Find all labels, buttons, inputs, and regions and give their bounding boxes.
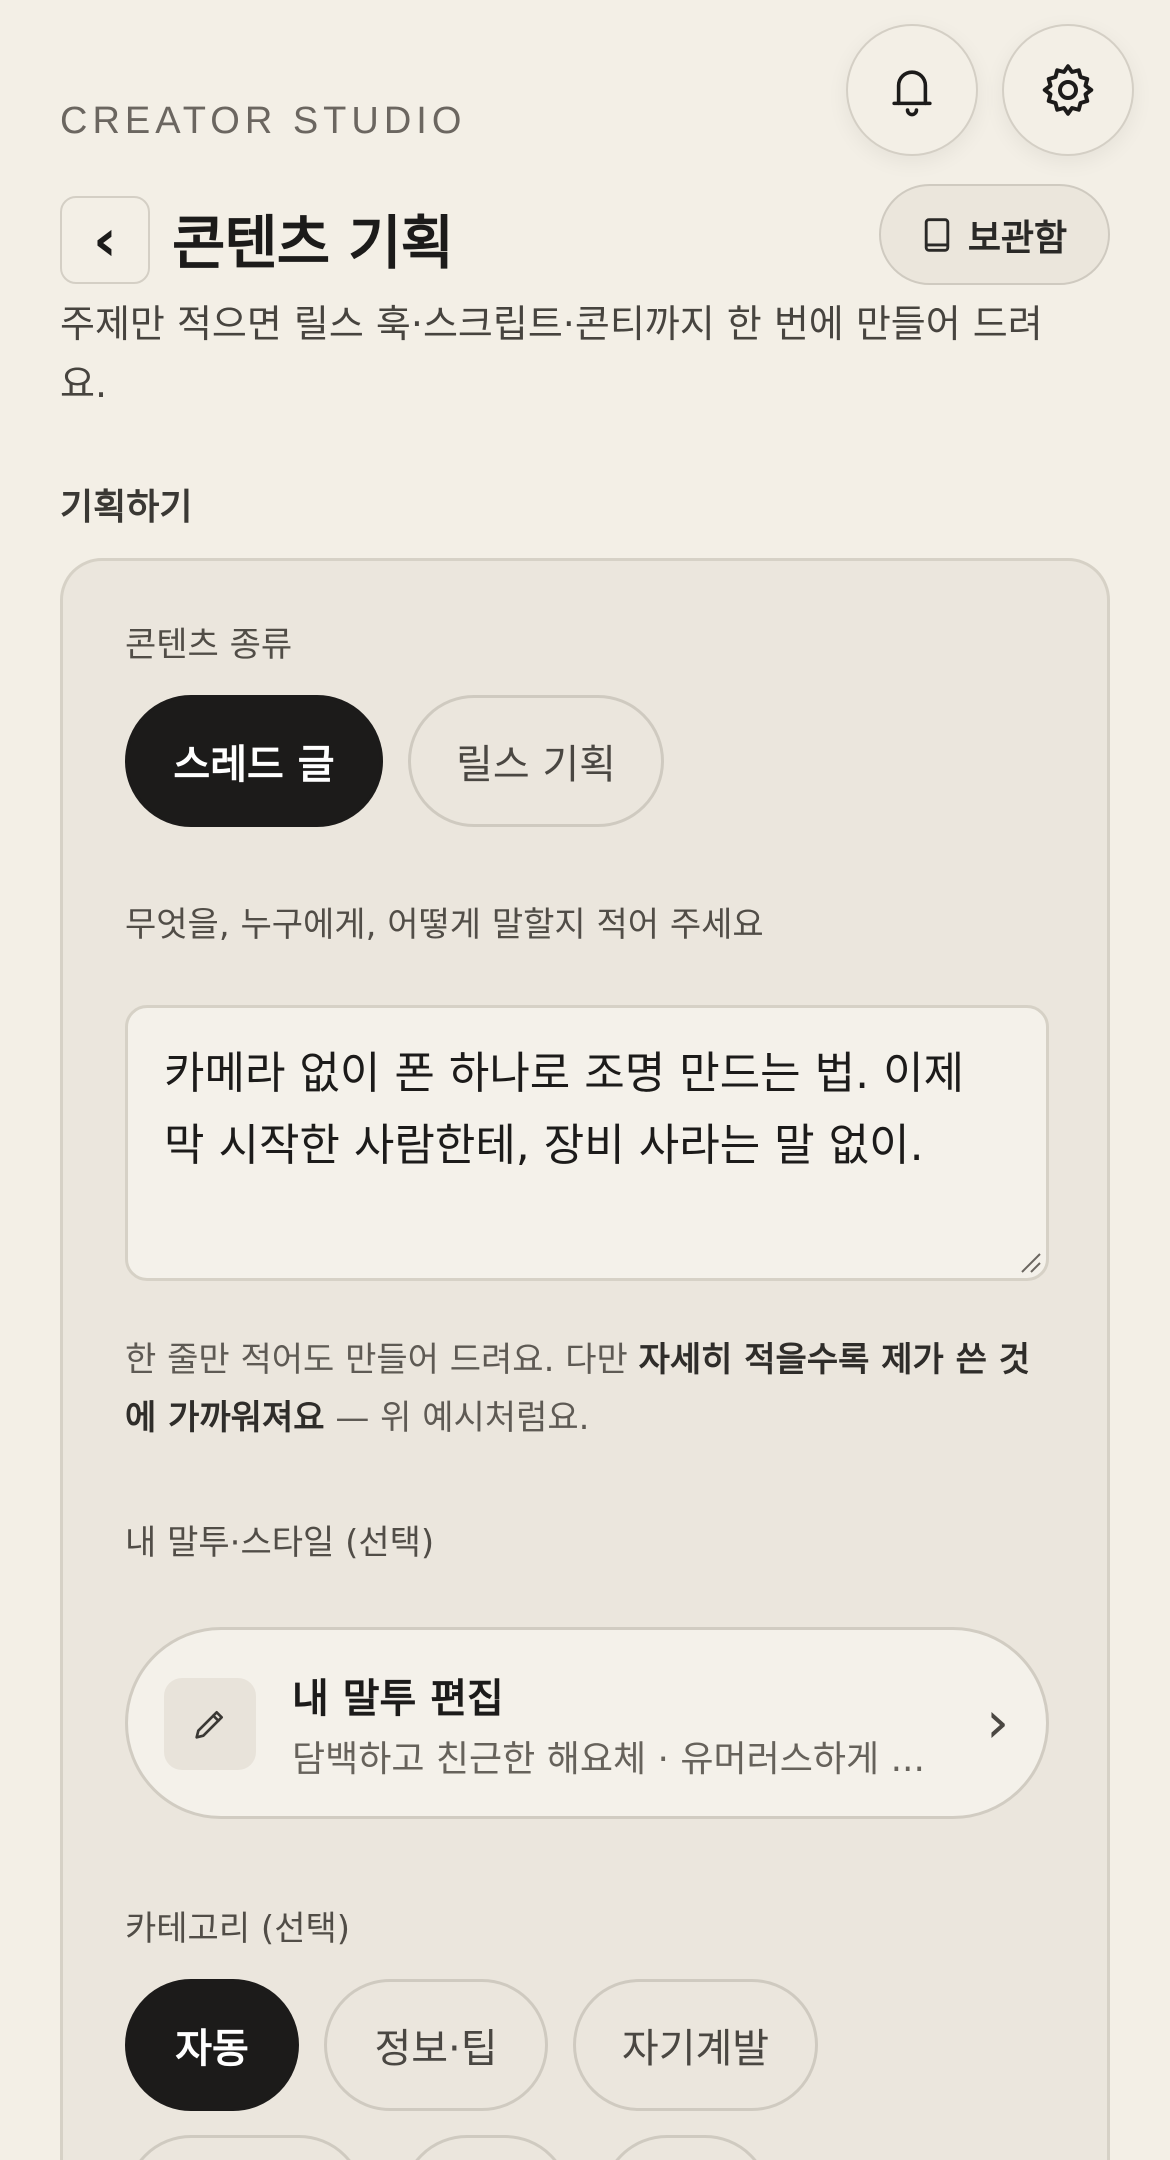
content-planning-screen: CREATOR STUDIO ‹ 콘텐츠 기획 보관함 주제만 적으면 릴스 훅… (0, 0, 1170, 2160)
page-title: 콘텐츠 기획 (172, 209, 454, 277)
prompt-hint: 한 줄만 적어도 만들어 드려요. 다만 자세히 적을수록 제가 쓴 것에 가까… (125, 1331, 1035, 1447)
category-option-partial[interactable] (601, 2135, 771, 2160)
pencil-icon (164, 1678, 256, 1770)
gear-icon (1042, 64, 1094, 116)
section-title: 기획하기 (60, 487, 193, 528)
tone-label: 내 말투·스타일 (선택) (125, 1523, 435, 1563)
category-option-self-improvement[interactable]: 자기계발 (573, 1979, 818, 2111)
category-option-auto[interactable]: 자동 (125, 1979, 299, 2111)
tone-edit-button[interactable]: 내 말투 편집 담백하고 친근한 해요체 · 유머러스하게 ... › (125, 1627, 1049, 1819)
chevron-right-icon: › (986, 1688, 1010, 1756)
notification-button[interactable] (846, 24, 978, 156)
hint-suffix: — 위 예시처럼요. (324, 1398, 590, 1438)
bell-icon (892, 70, 932, 117)
content-type-option-thread[interactable]: 스레드 글 (125, 695, 383, 827)
tone-summary: 담백하고 친근한 해요체 · 유머러스하게 ... (292, 1739, 925, 1780)
page-description: 주제만 적으면 릴스 훅·스크립트·콘티까지 한 번에 만들어 드려요. (60, 302, 1043, 406)
prompt-label: 무엇을, 누구에게, 어떻게 말할지 적어 주세요 (125, 905, 764, 945)
app-eyebrow: CREATOR STUDIO (60, 100, 467, 142)
archive-button[interactable]: 보관함 (879, 184, 1110, 285)
planning-form-card: 콘텐츠 종류 스레드 글 릴스 기획 무엇을, 누구에게, 어떻게 말할지 적어… (60, 558, 1110, 2160)
tone-title: 내 말투 편집 (292, 1676, 504, 1722)
category-option-partial[interactable] (401, 2135, 571, 2160)
prompt-textarea[interactable]: 카메라 없이 폰 하나로 조명 만드는 법. 이제 막 시작한 사람한테, 장비… (125, 1005, 1049, 1281)
content-type-label: 콘텐츠 종류 (125, 625, 293, 665)
back-button[interactable]: ‹ (60, 196, 150, 284)
book-icon (924, 217, 950, 252)
category-label: 카테고리 (선택) (125, 1909, 351, 1949)
hint-prefix: 한 줄만 적어도 만들어 드려요. 다만 (125, 1340, 639, 1380)
archive-label: 보관함 (967, 217, 1068, 259)
settings-button[interactable] (1002, 24, 1134, 156)
category-option-info-tips[interactable]: 정보·팁 (324, 1979, 548, 2111)
prompt-value: 카메라 없이 폰 하나로 조명 만드는 법. 이제 막 시작한 사람한테, 장비… (164, 1048, 965, 1171)
resize-handle-icon[interactable] (1016, 1248, 1042, 1274)
content-type-option-reels[interactable]: 릴스 기획 (408, 695, 664, 827)
category-option-partial[interactable] (125, 2135, 365, 2160)
